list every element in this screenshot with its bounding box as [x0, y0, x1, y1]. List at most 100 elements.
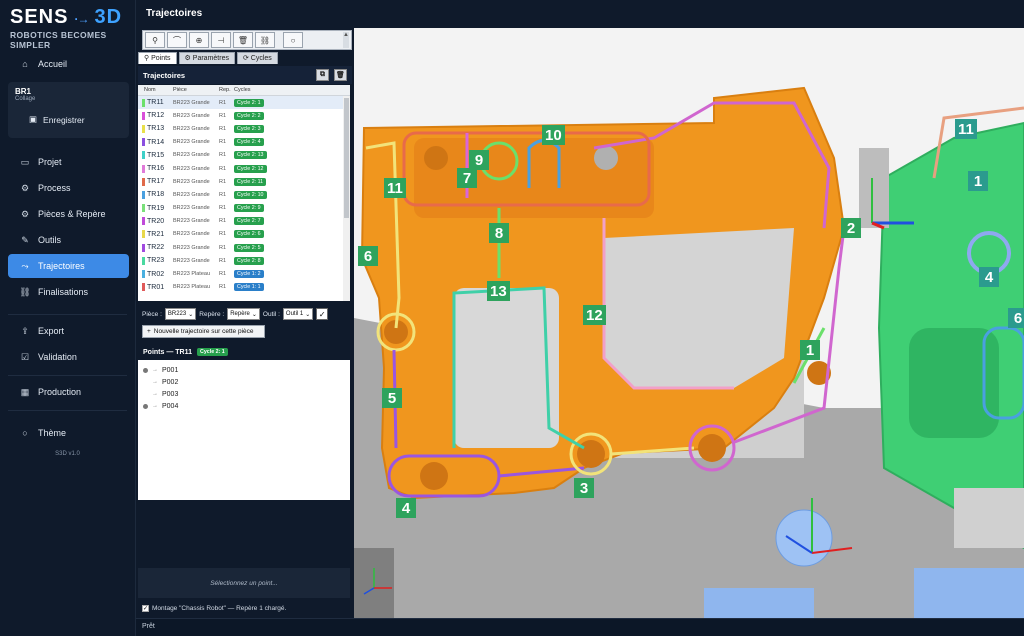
nav-accueil[interactable]: ⌂ Accueil: [0, 52, 135, 76]
cycle-badge: Cycle 2: 3: [234, 124, 264, 133]
end-tool-button[interactable]: ⊣: [211, 32, 231, 48]
piece-select[interactable]: BR223 ⌄: [164, 308, 197, 320]
link-tool-button[interactable]: ⛓: [255, 32, 275, 48]
sidebar: SENS ·→ 3D ROBOTICS BECOMES SIMPLER ⌂ Ac…: [0, 0, 136, 636]
nav-finalisations[interactable]: ⛓ Finalisations: [0, 280, 135, 304]
trajectory-label[interactable]: 6: [1008, 308, 1024, 328]
nav-projet[interactable]: ▭ Projet: [0, 150, 135, 174]
trajectory-repere: R1: [219, 257, 227, 264]
duplicate-button[interactable]: ⧉: [316, 69, 329, 81]
table-row[interactable]: TR13 BR223 Grande R1 Cycle 2: 3: [138, 122, 350, 135]
table-row[interactable]: TR19 BR223 Grande R1 Cycle 2: 9: [138, 202, 350, 215]
nav-outils[interactable]: ✎ Outils: [0, 228, 135, 252]
tab-points[interactable]: ⚲ Points: [138, 52, 177, 64]
3d-viewport[interactable]: 1 2 3 4 5 6 7 8 9 10 11 12 13 11 1 4 6: [354, 28, 1024, 618]
nav-trajectoires[interactable]: ⤳ Trajectoires: [8, 254, 129, 278]
delete-trajectory-button[interactable]: 🗑: [334, 69, 347, 81]
nav-export[interactable]: ⇪ Export: [0, 319, 135, 343]
trajectory-label[interactable]: 6: [358, 246, 378, 266]
list-item[interactable]: → P003: [138, 388, 350, 400]
save-button[interactable]: ▣ Enregistrer: [29, 114, 122, 125]
table-row[interactable]: TR18 BR223 Grande R1 Cycle 2: 10: [138, 188, 350, 201]
version-label: S3D v1.0: [55, 451, 80, 457]
new-trajectory-button[interactable]: + Nouvelle trajectoire sur cette pièce: [142, 325, 265, 338]
table-row[interactable]: TR16 BR223 Grande R1 Cycle 2: 12: [138, 162, 350, 175]
nav-pieces-label: Pièces & Repère: [38, 209, 106, 219]
cycle-badge: Cycle 2: 10: [234, 190, 267, 199]
nav-production[interactable]: ▦ Production: [0, 380, 135, 404]
table-row[interactable]: TR23 BR223 Grande R1 Cycle 2: 8: [138, 254, 350, 267]
col-piece[interactable]: Pièce: [173, 87, 219, 93]
table-row[interactable]: TR01 BR223 Plateau R1 Cycle 1: 1: [138, 281, 350, 294]
grey-bracket: [954, 488, 1024, 548]
filter-checkbox[interactable]: ✓: [316, 308, 329, 320]
table-row[interactable]: TR02 BR223 Plateau R1 Cycle 1: 2: [138, 267, 350, 280]
trajectory-label[interactable]: 4: [396, 498, 416, 518]
table-row[interactable]: TR15 BR223 Grande R1 Cycle 2: 13: [138, 149, 350, 162]
point-tool-button[interactable]: ⚲: [145, 32, 165, 48]
col-rep[interactable]: Rep.: [219, 87, 234, 93]
list-item[interactable]: → P004: [138, 400, 350, 412]
trajectory-label[interactable]: 1: [968, 171, 988, 191]
trajectory-label[interactable]: 12: [583, 305, 606, 325]
table-row[interactable]: TR11 BR223 Grande R1 Cycle 2: 1: [138, 96, 350, 110]
trajectory-label[interactable]: 2: [841, 218, 861, 238]
trajectory-cycle: Cycle 2: 6: [234, 230, 294, 239]
outil-select[interactable]: Outil 1 ⌄: [282, 308, 314, 320]
trajectory-label[interactable]: 13: [487, 281, 510, 301]
trajectory-label[interactable]: 8: [489, 223, 509, 243]
trajectory-label[interactable]: 5: [382, 388, 402, 408]
list-item[interactable]: → P001: [138, 364, 350, 376]
trajectory-label[interactable]: 9: [469, 150, 489, 170]
trajectory-label[interactable]: 4: [979, 267, 999, 287]
trajectory-label[interactable]: 11: [384, 178, 406, 198]
table-row[interactable]: TR21 BR223 Grande R1 Cycle 2: 6: [138, 228, 350, 241]
trajectory-name-text: TR12: [147, 112, 165, 120]
toolbar-scroll[interactable]: ▲: [343, 32, 349, 48]
tab-cycles[interactable]: ⟳ Cycles: [236, 52, 278, 64]
trajectory-repere: R1: [219, 112, 227, 119]
circle-tool-button[interactable]: ○: [283, 32, 303, 48]
col-cycles[interactable]: Cycles: [234, 87, 294, 93]
trajectory-cycle: Cycle 2: 4: [234, 138, 294, 147]
trajectory-piece: BR223 Grande: [173, 125, 210, 132]
nav-validation[interactable]: ☑ Validation: [0, 345, 135, 369]
arc-tool-button[interactable]: ⌒: [167, 32, 187, 48]
table-scrollbar[interactable]: [343, 96, 350, 301]
trajectory-cycle: Cycle 2: 10: [234, 190, 294, 199]
select-point-message: Sélectionnez un point...: [138, 568, 350, 598]
table-row[interactable]: TR20 BR223 Grande R1 Cycle 2: 7: [138, 215, 350, 228]
robot-card[interactable]: BR1 Collage ▣ Enregistrer: [8, 82, 129, 138]
trajectory-label[interactable]: 3: [574, 478, 594, 498]
table-row[interactable]: TR12 BR223 Grande R1 Cycle 2: 2: [138, 109, 350, 122]
repere-select[interactable]: Repère ⌄: [227, 308, 260, 320]
color-swatch: [142, 230, 145, 239]
divider: [8, 375, 127, 376]
nav-theme[interactable]: ○ Thème: [0, 421, 135, 445]
table-row[interactable]: TR14 BR223 Grande R1 Cycle 2: 4: [138, 136, 350, 149]
table-row[interactable]: TR17 BR223 Grande R1 Cycle 2: 11: [138, 175, 350, 188]
tab-parametres[interactable]: ⚙ Paramètres: [178, 52, 235, 64]
nav-process[interactable]: ⚙ Process: [0, 176, 135, 200]
montage-checkbox[interactable]: ✓: [142, 605, 149, 612]
scrollbar-thumb[interactable]: [344, 98, 349, 218]
trajectory-piece: BR223 Grande: [173, 205, 210, 212]
trajectory-label[interactable]: 7: [457, 168, 477, 188]
color-swatch: [142, 204, 145, 213]
point-name: P003: [162, 390, 179, 398]
trajectory-name: TR20: [138, 217, 173, 226]
list-item[interactable]: → P002: [138, 376, 350, 388]
trajectory-label[interactable]: 10: [542, 125, 565, 145]
part-hole: [424, 146, 448, 170]
add-point-tool-button[interactable]: ⊕: [189, 32, 209, 48]
nav-pieces-repere[interactable]: ⚙ Pièces & Repère: [0, 202, 135, 226]
trajectory-name: TR15: [138, 151, 173, 160]
trajectory-label[interactable]: 11: [955, 119, 977, 139]
trajectory-label[interactable]: 1: [800, 340, 820, 360]
col-nom[interactable]: Nom: [138, 87, 173, 93]
table-row[interactable]: TR22 BR223 Grande R1 Cycle 2: 5: [138, 241, 350, 254]
nav-production-label: Production: [38, 387, 82, 397]
nav-process-label: Process: [38, 183, 71, 193]
delete-tool-button[interactable]: 🗑: [233, 32, 253, 48]
trajectory-piece: BR223 Plateau: [173, 284, 210, 291]
